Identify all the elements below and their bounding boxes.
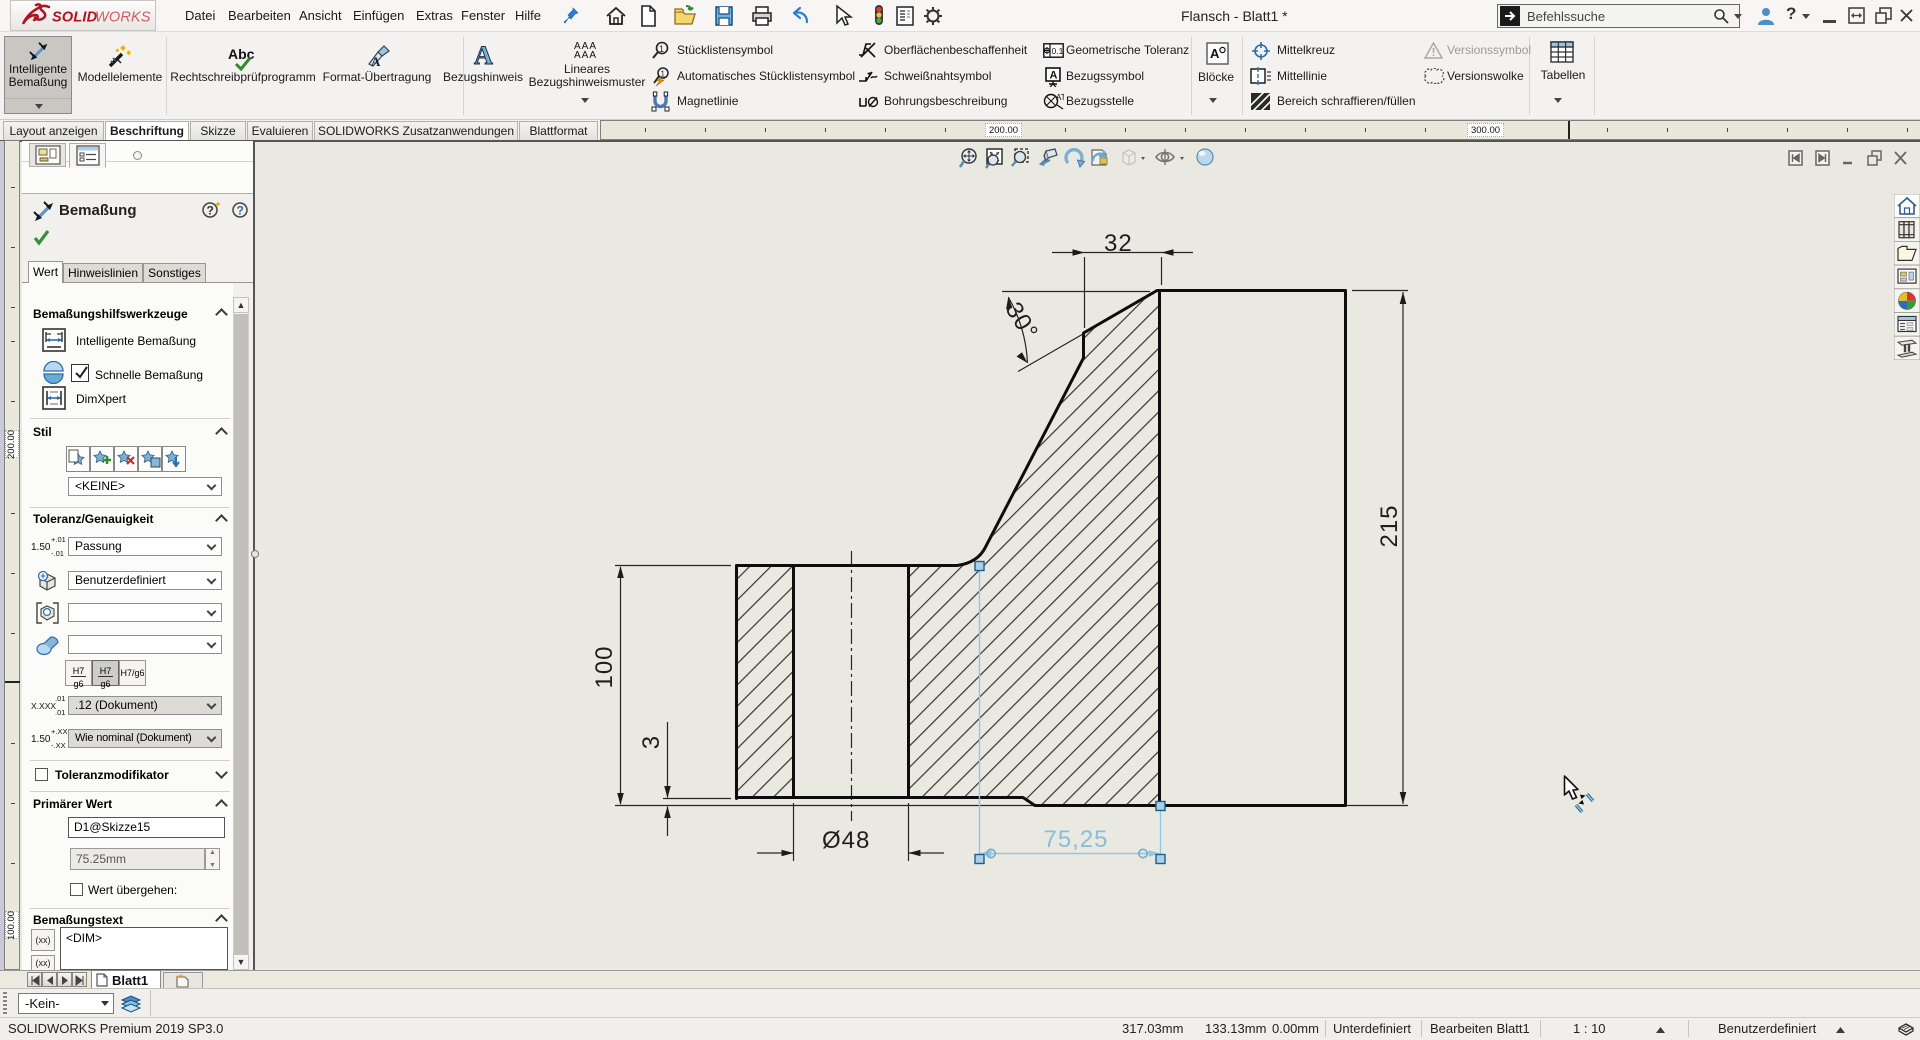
svg-text:32: 32 <box>1104 230 1133 257</box>
svg-text:A: A <box>1210 46 1220 61</box>
svg-text:A: A <box>371 54 381 69</box>
svg-text:AT: AT <box>1056 93 1064 102</box>
svg-text:?: ? <box>237 204 244 218</box>
svg-text:100: 100 <box>591 645 618 688</box>
svg-text:WORKS: WORKS <box>95 9 151 25</box>
svg-text:A: A <box>1050 70 1058 82</box>
svg-text:0.1: 0.1 <box>1052 46 1064 56</box>
svg-text:Ø48: Ø48 <box>822 827 870 854</box>
svg-text:?: ? <box>207 204 214 218</box>
svg-text:1: 1 <box>659 44 664 54</box>
svg-text:3: 3 <box>638 735 665 749</box>
svg-text:SOLID: SOLID <box>52 9 98 25</box>
svg-text:A: A <box>474 42 493 68</box>
svg-text:215: 215 <box>1376 504 1403 547</box>
svg-text:75,25: 75,25 <box>1043 826 1108 853</box>
